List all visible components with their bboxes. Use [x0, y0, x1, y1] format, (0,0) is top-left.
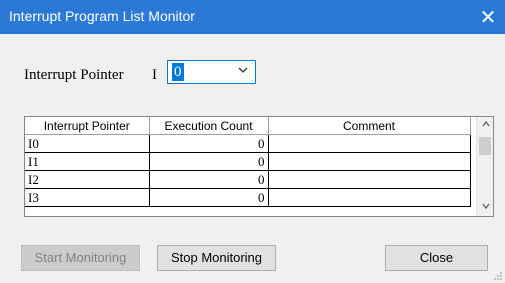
scroll-down-icon[interactable] — [477, 199, 493, 216]
cell-pointer: I2 — [25, 170, 150, 189]
cell-pointer: I0 — [25, 134, 150, 153]
cell-comment[interactable] — [268, 152, 471, 171]
cell-count: 0 — [149, 134, 269, 153]
interrupt-pointer-prefix: I — [152, 67, 157, 83]
column-header-pointer[interactable]: Interrupt Pointer — [25, 117, 150, 135]
close-icon[interactable]: ✕ — [471, 0, 505, 34]
scroll-up-icon[interactable] — [477, 117, 493, 134]
cell-count: 0 — [149, 188, 269, 207]
table-header-row: Interrupt Pointer Execution Count Commen… — [25, 117, 471, 135]
cell-pointer: I3 — [25, 188, 150, 207]
resize-grip-icon[interactable] — [493, 271, 503, 281]
interrupt-table: Interrupt Pointer Execution Count Commen… — [24, 116, 494, 217]
dialog-window: Interrupt Program List Monitor ✕ Interru… — [0, 0, 505, 283]
table-row[interactable]: I0 0 — [25, 134, 471, 153]
cell-pointer: I1 — [25, 152, 150, 171]
table-row[interactable]: I2 0 — [25, 170, 471, 189]
cell-comment[interactable] — [268, 134, 471, 153]
chevron-down-icon[interactable] — [237, 64, 249, 79]
interrupt-pointer-label: Interrupt Pointer — [24, 67, 124, 83]
title-bar[interactable]: Interrupt Program List Monitor ✕ — [0, 0, 505, 34]
window-title: Interrupt Program List Monitor — [9, 8, 195, 24]
close-button[interactable]: Close — [385, 245, 488, 271]
cell-count: 0 — [149, 152, 269, 171]
table-row[interactable]: I1 0 — [25, 152, 471, 171]
column-header-count[interactable]: Execution Count — [149, 117, 269, 135]
cell-comment[interactable] — [268, 170, 471, 189]
table-row[interactable]: I3 0 — [25, 188, 471, 207]
scrollbar-thumb[interactable] — [479, 137, 491, 155]
column-header-comment[interactable]: Comment — [268, 117, 471, 135]
vertical-scrollbar[interactable] — [476, 117, 493, 216]
cell-comment[interactable] — [268, 188, 471, 207]
interrupt-pointer-select[interactable]: 0 — [167, 60, 256, 84]
stop-monitoring-button[interactable]: Stop Monitoring — [157, 245, 276, 271]
interrupt-pointer-value: 0 — [172, 63, 184, 81]
cell-count: 0 — [149, 170, 269, 189]
start-monitoring-button[interactable]: Start Monitoring — [21, 245, 140, 271]
